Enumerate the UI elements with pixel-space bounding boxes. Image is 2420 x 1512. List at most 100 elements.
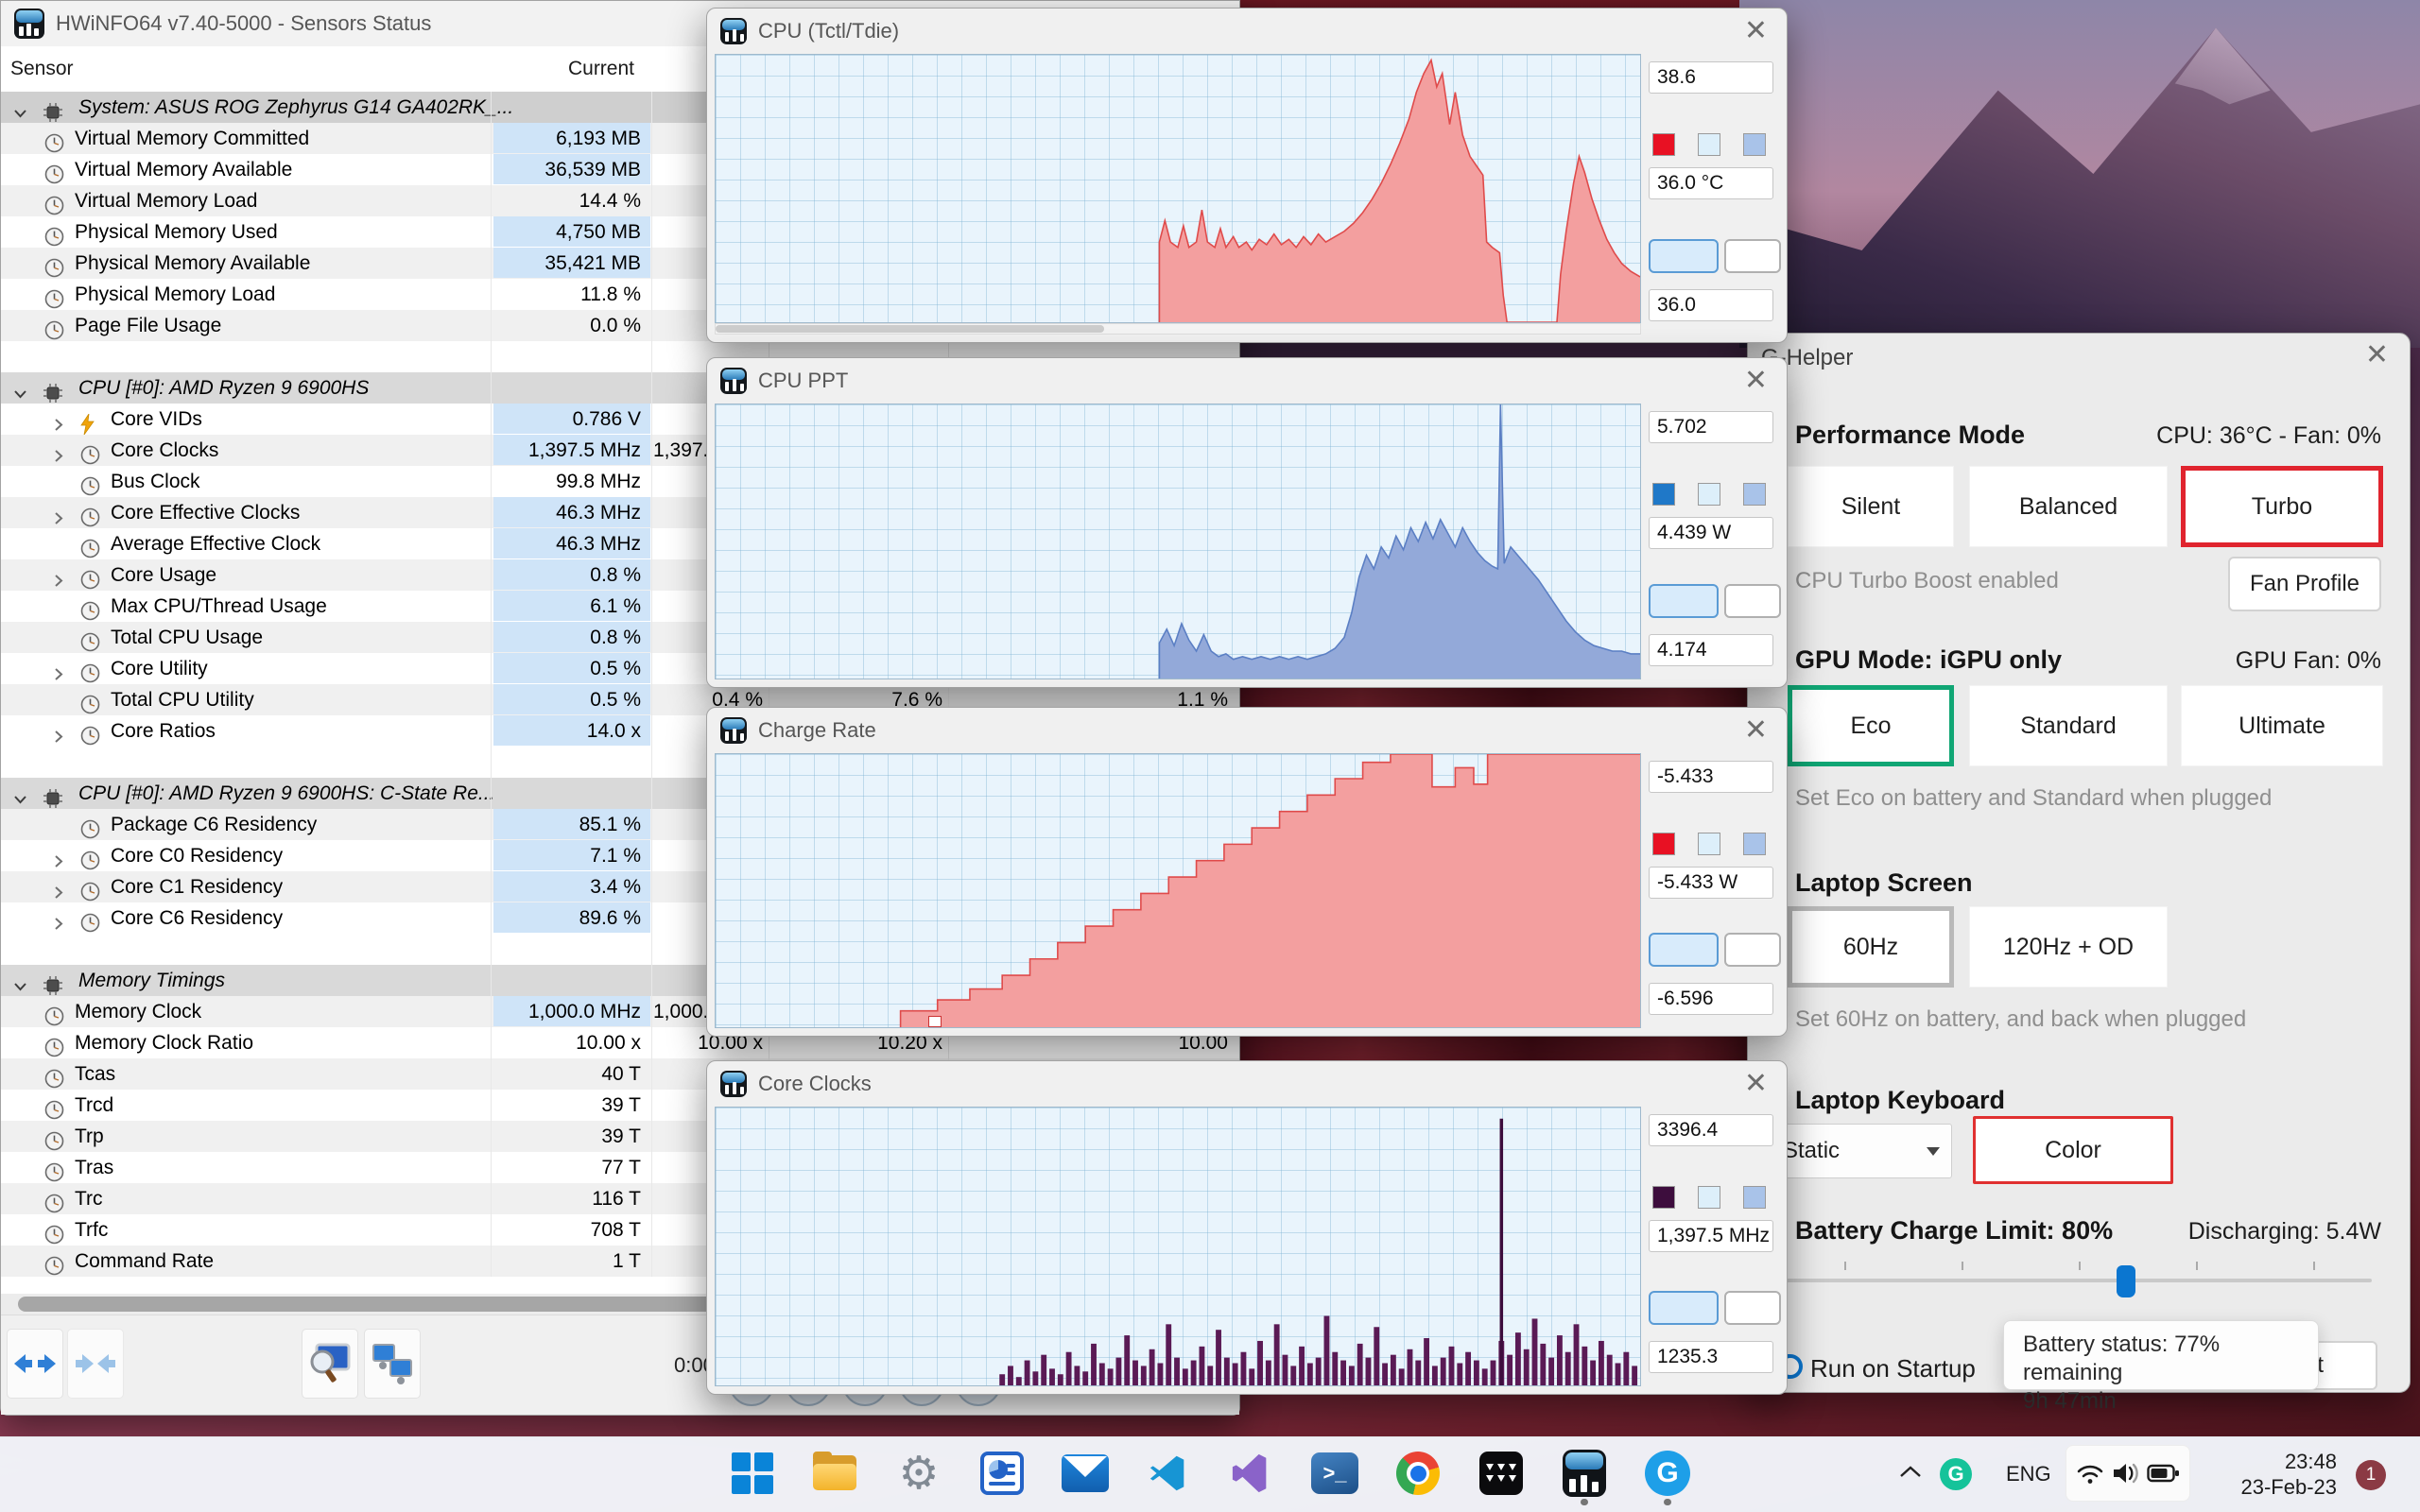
- perf-btns-option-balanced[interactable]: Balanced: [1969, 466, 2168, 547]
- chevron-down-icon[interactable]: [12, 791, 28, 807]
- column-sensor[interactable]: Sensor: [10, 58, 74, 80]
- reset-button[interactable]: [1724, 1291, 1781, 1325]
- taskbar-item-visual-studio[interactable]: [1225, 1447, 1278, 1500]
- chevron-right-icon[interactable]: [50, 666, 66, 682]
- reset-button[interactable]: [1724, 239, 1781, 273]
- grid-color-swatch[interactable]: [1743, 133, 1766, 156]
- tray-chevron-up-icon[interactable]: [1898, 1464, 1923, 1486]
- taskbar-item-vscode[interactable]: [1142, 1447, 1195, 1500]
- taskbar-item-powershell[interactable]: >_: [1308, 1447, 1361, 1500]
- series-color-swatch[interactable]: [1652, 1186, 1675, 1209]
- chevron-right-icon[interactable]: [50, 853, 66, 869]
- perf-btns-option-silent[interactable]: Silent: [1788, 466, 1954, 547]
- grid-color-swatch[interactable]: [1743, 1186, 1766, 1209]
- column-divider: [651, 92, 652, 1277]
- chevron-right-icon[interactable]: [50, 573, 66, 589]
- background-color-swatch[interactable]: [1698, 133, 1720, 156]
- background-color-swatch[interactable]: [1698, 483, 1720, 506]
- graph-title: Charge Rate: [758, 718, 876, 742]
- grammarly-tray-icon[interactable]: G: [1940, 1458, 1972, 1490]
- collapse-all-button[interactable]: [67, 1329, 124, 1399]
- gpu-btns-option-standard[interactable]: Standard: [1969, 685, 2168, 766]
- notification-badge[interactable]: 1: [2356, 1460, 2386, 1490]
- chevron-right-icon[interactable]: [50, 510, 66, 526]
- graph-horizontal-scrollbar[interactable]: [715, 323, 1641, 335]
- graph-close-icon[interactable]: ✕: [1738, 716, 1773, 745]
- perf-btns-option-turbo[interactable]: Turbo: [2181, 466, 2383, 547]
- reset-button[interactable]: [1724, 584, 1781, 618]
- taskbar-item-system-monitor[interactable]: [976, 1447, 1028, 1500]
- chevron-right-icon[interactable]: [50, 417, 66, 433]
- remote-monitoring-button[interactable]: [364, 1329, 421, 1399]
- chevron-right-icon[interactable]: [50, 448, 66, 464]
- battery-limit-slider-track[interactable]: [1786, 1279, 2372, 1282]
- gpu-btns-option-eco[interactable]: Eco: [1788, 685, 1954, 766]
- battery-tray-icon: [2147, 1464, 2179, 1483]
- slider-tick: [1844, 1262, 1846, 1270]
- background-color-swatch[interactable]: [1698, 1186, 1720, 1209]
- sensor-current-value: 35,421 MB: [493, 248, 650, 278]
- series-color-swatch[interactable]: [1652, 483, 1675, 506]
- auto-fit-button[interactable]: [1649, 239, 1719, 273]
- taskbar-item-g-helper[interactable]: G: [1641, 1447, 1694, 1505]
- sensor-label: Core Usage: [111, 564, 217, 586]
- chevron-down-icon[interactable]: [12, 386, 28, 402]
- chevron-right-icon[interactable]: [50, 729, 66, 745]
- chevron-right-icon[interactable]: [50, 916, 66, 932]
- taskbar-item-chrome[interactable]: [1392, 1447, 1444, 1500]
- taskbar-item-black-utility[interactable]: [1475, 1447, 1528, 1500]
- taskbar-item-hwinfo[interactable]: [1558, 1447, 1611, 1505]
- ghelper-close-icon[interactable]: ✕: [2360, 341, 2394, 369]
- expand-all-button[interactable]: [7, 1329, 63, 1399]
- sensor-current-value: 0.786 V: [493, 404, 650, 434]
- sensor-current-value: 116 T: [592, 1188, 641, 1210]
- taskbar-item-settings[interactable]: ⚙: [892, 1447, 945, 1500]
- auto-fit-button[interactable]: [1649, 1291, 1719, 1325]
- laptop-keyboard-heading: Laptop Keyboard: [1795, 1086, 2006, 1114]
- taskbar-item-mail[interactable]: [1059, 1447, 1112, 1500]
- system-summary-button[interactable]: [302, 1329, 358, 1399]
- sensor-label: Tcas: [75, 1063, 116, 1085]
- graph-titlebar: CPU PPT ✕: [707, 358, 1787, 404]
- clock-icon: [44, 1038, 64, 1057]
- screen-btns-option-120hz-od[interactable]: 120Hz + OD: [1969, 906, 2168, 988]
- taskbar: ⚙ >_ G G ENG 23:48 23-Feb-23 1: [0, 1436, 2420, 1512]
- screen-btns-option-60hz[interactable]: 60Hz: [1788, 906, 1954, 988]
- sensor-label: Page File Usage: [75, 315, 222, 336]
- taskbar-item-start[interactable]: [726, 1447, 779, 1500]
- system-tray-group[interactable]: [2066, 1445, 2190, 1502]
- series-color-swatch[interactable]: [1652, 833, 1675, 855]
- arrows-out-icon: [14, 1354, 56, 1373]
- auto-fit-button[interactable]: [1649, 933, 1719, 967]
- grid-color-swatch[interactable]: [1743, 483, 1766, 506]
- sensor-label: Physical Memory Load: [75, 284, 276, 305]
- keyboard-mode-dropdown[interactable]: Static: [1769, 1124, 1952, 1178]
- auto-fit-button[interactable]: [1649, 584, 1719, 618]
- sensor-current-value: 39 T: [601, 1125, 641, 1147]
- series-color-swatch[interactable]: [1652, 133, 1675, 156]
- keyboard-color-button[interactable]: Color: [1973, 1116, 2173, 1184]
- graph-close-icon[interactable]: ✕: [1738, 1070, 1773, 1098]
- grid-color-swatch[interactable]: [1743, 833, 1766, 855]
- graph-close-icon[interactable]: ✕: [1738, 17, 1773, 45]
- sensor-current-value: 46.3 MHz: [493, 528, 650, 558]
- graph-close-icon[interactable]: ✕: [1738, 367, 1773, 395]
- gpu-btns-option-ultimate[interactable]: Ultimate: [2181, 685, 2383, 766]
- fan-profile-button[interactable]: Fan Profile: [2228, 557, 2381, 611]
- battery-limit-slider-handle[interactable]: [2116, 1265, 2135, 1297]
- column-current[interactable]: Current: [493, 58, 634, 80]
- clock[interactable]: 23:48 23-Feb-23: [2221, 1449, 2337, 1500]
- clock-icon: [44, 1162, 64, 1182]
- column-divider: [491, 92, 492, 1277]
- background-color-swatch[interactable]: [1698, 833, 1720, 855]
- sensor-current-value: 1,000.0 MHz: [493, 996, 650, 1026]
- reset-button[interactable]: [1724, 933, 1781, 967]
- sensor-current-value: 89.6 %: [493, 902, 650, 933]
- taskbar-item-file-explorer[interactable]: [809, 1447, 862, 1500]
- start-icon: [732, 1452, 773, 1494]
- chevron-right-icon[interactable]: [50, 885, 66, 901]
- language-indicator[interactable]: ENG: [2006, 1462, 2051, 1486]
- chevron-down-icon[interactable]: [12, 105, 28, 121]
- scroll-notch[interactable]: [927, 1016, 942, 1027]
- chevron-down-icon[interactable]: [12, 978, 28, 994]
